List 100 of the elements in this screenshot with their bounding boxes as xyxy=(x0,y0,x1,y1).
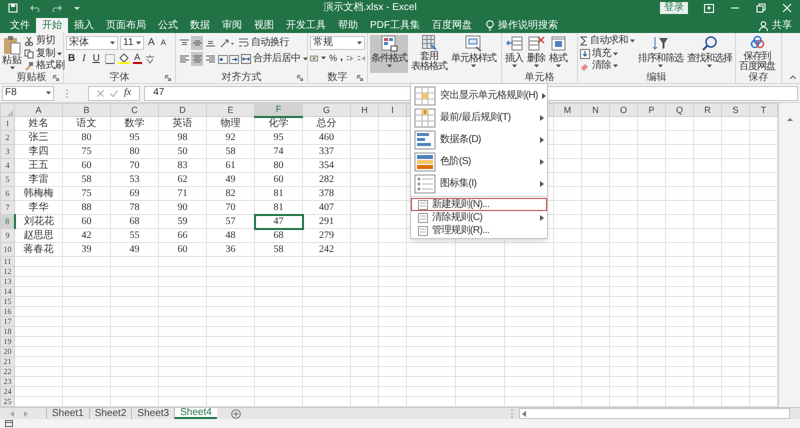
caret-icon[interactable] xyxy=(57,52,62,56)
conditional-formatting-button[interactable]: 条件格式 xyxy=(370,35,408,73)
scroll-left-icon[interactable] xyxy=(522,410,526,416)
cut-button[interactable]: 剪切 xyxy=(24,35,64,47)
close-icon[interactable] xyxy=(782,3,792,13)
row-header[interactable]: 18 xyxy=(0,326,14,336)
row-header[interactable]: 20 xyxy=(0,346,14,356)
ribbon-display-icon[interactable] xyxy=(704,4,714,12)
share-button[interactable]: 共享 xyxy=(751,18,800,33)
caret-icon[interactable] xyxy=(46,91,51,95)
font-size-field[interactable]: 11 xyxy=(120,36,144,50)
row-header[interactable]: 8 xyxy=(0,214,14,228)
ribbon-tab[interactable]: 文件 xyxy=(4,18,36,33)
column-header[interactable]: P xyxy=(638,104,666,116)
fill-button[interactable]: 填充 xyxy=(580,48,635,60)
middle-align-button[interactable] xyxy=(191,36,203,50)
currency-icon[interactable] xyxy=(310,54,318,62)
paste-button[interactable]: 粘贴 xyxy=(2,35,22,73)
sort-filter-button[interactable]: 排序和筛选 xyxy=(637,35,684,73)
ribbon-tab[interactable]: 数据 xyxy=(184,18,216,33)
caret-icon[interactable] xyxy=(471,64,476,68)
row-header[interactable]: 1 xyxy=(0,116,14,130)
italic-button[interactable]: I xyxy=(80,54,88,64)
caret-icon[interactable] xyxy=(658,64,663,68)
shrink-font-button[interactable]: A xyxy=(158,39,168,47)
row-header[interactable]: 25 xyxy=(0,396,14,406)
ribbon-tab[interactable]: 开始 xyxy=(36,18,68,33)
dialog-launcher-icon[interactable] xyxy=(53,75,59,81)
bold-button[interactable]: B xyxy=(66,54,78,64)
row-header[interactable]: 21 xyxy=(0,356,14,366)
column-header[interactable]: H xyxy=(350,104,378,116)
menu-item[interactable]: 清除规则(C) xyxy=(411,211,547,224)
caret-icon[interactable] xyxy=(613,52,618,56)
ribbon-tab[interactable]: 帮助 xyxy=(332,18,364,33)
macro-record-icon[interactable] xyxy=(5,420,13,427)
ribbon-tab[interactable]: 审阅 xyxy=(216,18,248,33)
menu-item[interactable]: 新建规则(N)... xyxy=(411,198,547,211)
column-header[interactable]: S xyxy=(722,104,750,116)
ribbon-tab[interactable]: 视图 xyxy=(248,18,280,33)
column-header[interactable]: Q xyxy=(666,104,694,116)
insert-button[interactable]: 插入 xyxy=(504,35,524,73)
orientation-icon[interactable] xyxy=(220,38,234,48)
center-button[interactable] xyxy=(191,52,203,66)
column-header[interactable]: B xyxy=(62,104,110,116)
row-header[interactable]: 2 xyxy=(0,130,14,144)
dialog-launcher-icon[interactable] xyxy=(357,75,363,81)
save-icon[interactable] xyxy=(8,3,18,13)
increase-decimal-icon[interactable] xyxy=(346,54,354,62)
comma-button[interactable]: , xyxy=(340,53,343,63)
add-sheet-icon[interactable] xyxy=(230,408,241,418)
ribbon-tab[interactable]: 百度网盘 xyxy=(426,18,478,33)
row-header[interactable]: 5 xyxy=(0,172,14,186)
caret-icon[interactable] xyxy=(386,64,392,68)
caret-icon[interactable] xyxy=(556,64,560,68)
sheet-tab[interactable]: Sheet4 xyxy=(174,408,217,419)
ribbon-tab[interactable]: PDF工具集 xyxy=(364,18,426,33)
cell-styles-button[interactable]: 单元格样式 xyxy=(450,35,497,73)
horizontal-scrollbar[interactable] xyxy=(518,408,790,419)
autosum-button[interactable]: 自动求和 xyxy=(580,35,635,47)
caret-icon[interactable] xyxy=(512,64,516,68)
column-header[interactable]: I xyxy=(378,104,406,116)
row-header[interactable]: 16 xyxy=(0,306,14,316)
caret-icon[interactable] xyxy=(630,38,635,43)
grow-font-button[interactable]: A xyxy=(146,38,157,48)
decrease-indent-icon[interactable] xyxy=(218,54,228,64)
clear-button[interactable]: 清除 xyxy=(580,60,635,72)
column-header[interactable]: D xyxy=(158,104,206,116)
row-header[interactable]: 12 xyxy=(0,266,14,276)
caret-icon[interactable] xyxy=(136,41,141,45)
number-format-field[interactable]: 常规 xyxy=(310,36,365,50)
vertical-scrollbar[interactable] xyxy=(778,103,800,407)
column-header[interactable]: N xyxy=(582,104,610,116)
decrease-decimal-icon[interactable] xyxy=(356,54,365,62)
ribbon-tab[interactable]: 插入 xyxy=(68,18,100,33)
column-header[interactable]: C xyxy=(110,104,158,116)
ribbon-tab[interactable]: 页面布局 xyxy=(100,18,152,33)
menu-item[interactable]: 管理规则(R)... xyxy=(411,224,547,237)
login-button[interactable]: 登录 xyxy=(660,2,688,14)
dialog-launcher-icon[interactable] xyxy=(297,75,303,81)
caret-icon[interactable] xyxy=(302,57,308,61)
format-button[interactable]: 格式 xyxy=(548,35,568,73)
format-painter-button[interactable]: 格式刷 xyxy=(24,60,64,72)
row-header[interactable]: 6 xyxy=(0,186,14,200)
menu-item[interactable]: 最前/最后规则(T) xyxy=(411,107,547,129)
column-header[interactable]: G xyxy=(302,104,350,116)
undo-icon[interactable] xyxy=(30,4,40,12)
ribbon-tab[interactable]: 开发工具 xyxy=(280,18,332,33)
dialog-launcher-icon[interactable] xyxy=(165,75,171,81)
row-header[interactable]: 3 xyxy=(0,144,14,158)
caret-icon[interactable] xyxy=(707,64,712,68)
collapse-ribbon-icon[interactable] xyxy=(790,75,796,79)
column-header[interactable]: F xyxy=(254,104,302,116)
delete-button[interactable]: 删除 xyxy=(526,35,546,73)
caret-icon[interactable] xyxy=(534,64,538,68)
row-header[interactable]: 19 xyxy=(0,336,14,346)
row-header[interactable]: 13 xyxy=(0,276,14,286)
underline-button[interactable]: U xyxy=(90,54,102,64)
column-header[interactable]: A xyxy=(14,104,62,116)
redo-icon[interactable] xyxy=(52,4,62,12)
row-header[interactable]: 10 xyxy=(0,242,14,256)
